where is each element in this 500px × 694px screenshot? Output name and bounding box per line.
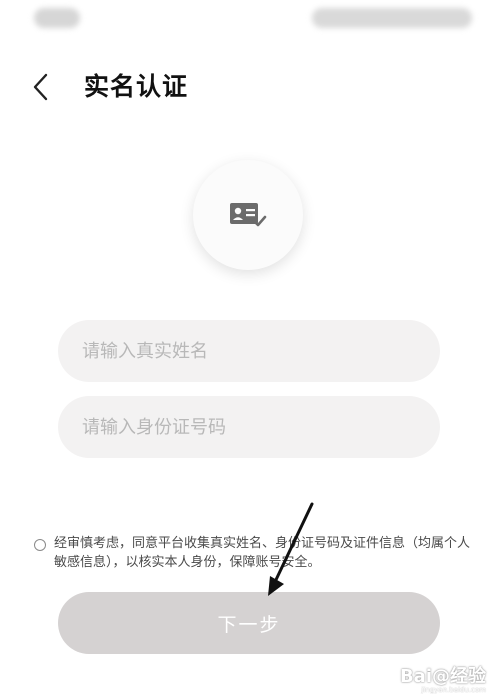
agreement-text: 经审慎考虑，同意平台收集真实姓名、身份证号码及证件信息（均属个人敏感信息），以核… [54,536,471,570]
real-name-input[interactable] [58,320,440,382]
baidu-jingyan-watermark: Bai@经验 [399,666,486,687]
back-button[interactable] [24,70,58,104]
status-time-blurred [34,8,80,28]
watermark-url: jingyan.baidu.com [421,686,486,694]
status-bar [0,0,500,40]
id-card-check-icon [230,203,267,227]
agreement-radio[interactable] [34,539,46,551]
status-icons-blurred [312,8,472,28]
next-step-button[interactable]: 下一步 [58,592,440,654]
chevron-left-icon [33,73,48,101]
id-number-input[interactable] [58,396,440,458]
id-card-upload[interactable] [193,160,303,270]
page-title: 实名认证 [84,72,189,101]
